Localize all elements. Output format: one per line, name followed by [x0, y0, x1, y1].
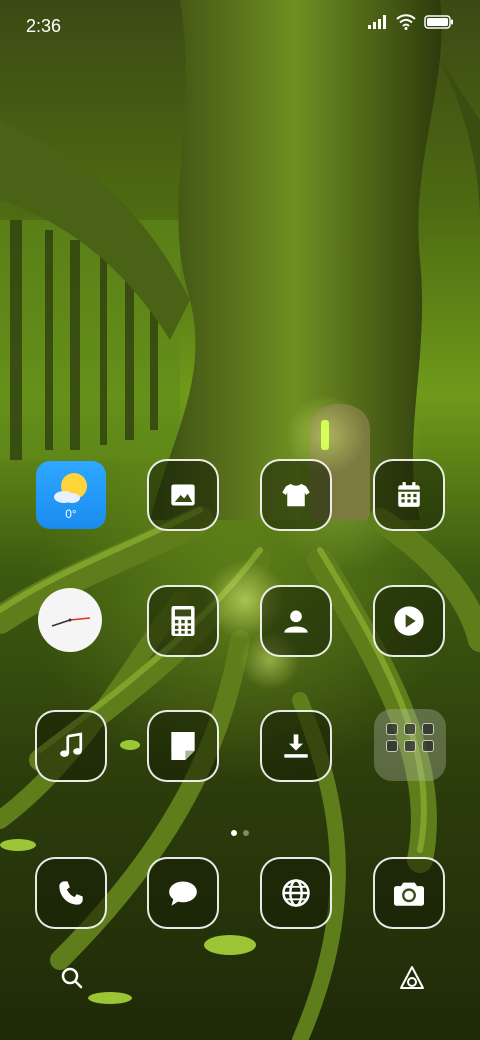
- folder-mini-icon: [404, 723, 416, 735]
- dock-messages[interactable]: [147, 857, 219, 929]
- folder-mini-icon: [404, 740, 416, 752]
- clock-widget[interactable]: [38, 588, 102, 652]
- app-folder[interactable]: [374, 709, 446, 781]
- app-themes[interactable]: [260, 459, 332, 531]
- folder-mini-icon: [386, 740, 398, 752]
- app-music[interactable]: [35, 710, 107, 782]
- dock-phone[interactable]: [35, 857, 107, 929]
- browser-icon: [282, 879, 310, 907]
- video-player-icon: [394, 606, 424, 636]
- app-video-player[interactable]: [373, 585, 445, 657]
- gallery-icon: [171, 484, 195, 506]
- calendar-icon: [398, 482, 420, 507]
- dock-browser[interactable]: [260, 857, 332, 929]
- search-icon: [61, 967, 83, 989]
- page-dot: [243, 830, 249, 836]
- themes-icon: [282, 483, 310, 507]
- assistant-icon: [400, 966, 424, 989]
- wifi-icon: [396, 14, 416, 30]
- contacts-icon: [284, 610, 308, 633]
- app-calculator[interactable]: [147, 585, 219, 657]
- app-gallery[interactable]: [147, 459, 219, 531]
- status-time: 2:36: [26, 16, 62, 36]
- weather-temperature: 0°: [65, 507, 77, 521]
- downloads-icon: [284, 734, 308, 758]
- messages-icon: [169, 881, 197, 906]
- partly-cloudy-icon: [54, 473, 87, 503]
- camera-icon: [394, 882, 424, 906]
- phone-icon: [59, 881, 83, 905]
- folder-mini-icon: [386, 723, 398, 735]
- app-notes[interactable]: [147, 710, 219, 782]
- analog-clock-icon: [51, 617, 91, 627]
- search-button[interactable]: [60, 966, 84, 995]
- status-bar: 2:36: [0, 0, 480, 50]
- app-contacts[interactable]: [260, 585, 332, 657]
- page-dot-active: [231, 830, 237, 836]
- app-calendar[interactable]: [373, 459, 445, 531]
- assistant-button[interactable]: [398, 964, 426, 997]
- folder-mini-icon: [422, 740, 434, 752]
- folder-mini-icon: [422, 723, 434, 735]
- app-downloads[interactable]: [260, 710, 332, 782]
- music-icon: [60, 732, 83, 757]
- calculator-icon: [171, 606, 195, 636]
- dock-camera[interactable]: [373, 857, 445, 929]
- weather-widget[interactable]: 0°: [36, 461, 106, 529]
- page-indicator[interactable]: [0, 830, 480, 836]
- notes-icon: [171, 732, 195, 760]
- battery-icon: [424, 15, 453, 29]
- signal-icon: [368, 15, 386, 29]
